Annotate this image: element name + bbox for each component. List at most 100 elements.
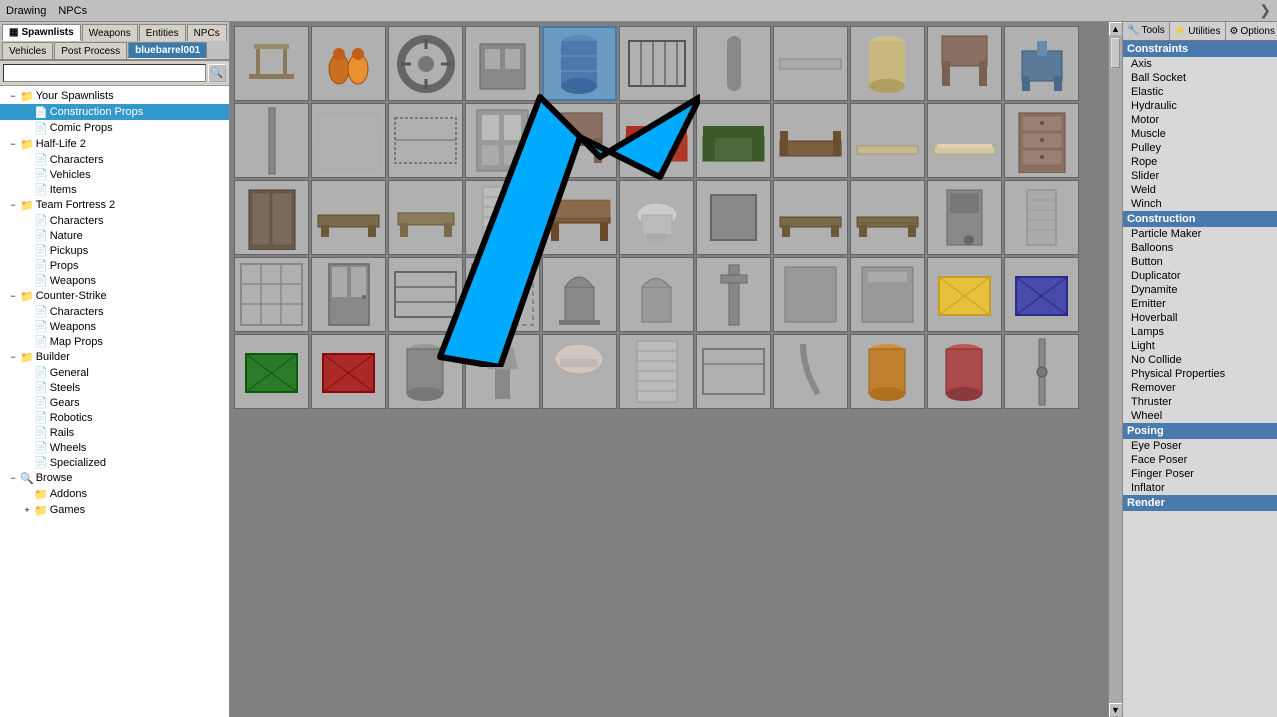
- grid-item-41[interactable]: [773, 257, 848, 332]
- grid-item-45[interactable]: [234, 334, 309, 409]
- grid-item-27[interactable]: [542, 180, 617, 255]
- menu-drawing[interactable]: Drawing: [6, 5, 46, 17]
- tool-eye-poser[interactable]: Eye Poser: [1123, 439, 1277, 453]
- grid-item-18[interactable]: [696, 103, 771, 178]
- grid-item-20[interactable]: [850, 103, 925, 178]
- grid-item-7[interactable]: [696, 26, 771, 101]
- grid-item-6[interactable]: [619, 26, 694, 101]
- grid-item-9[interactable]: [850, 26, 925, 101]
- tree-item-construction-props[interactable]: 📄 Construction Props: [0, 104, 229, 120]
- toggle-tf2[interactable]: −: [6, 198, 20, 212]
- toggle-builder[interactable]: −: [6, 350, 20, 364]
- right-tab-utilities[interactable]: ⚡ Utilities: [1170, 22, 1226, 40]
- scroll-up-button[interactable]: ▲: [1109, 22, 1123, 36]
- tab-npcs[interactable]: NPCs: [187, 24, 227, 41]
- tool-lamps[interactable]: Lamps: [1123, 325, 1277, 339]
- tool-button[interactable]: Button: [1123, 255, 1277, 269]
- item-grid[interactable]: [230, 22, 1108, 717]
- tool-particle-maker[interactable]: Particle Maker: [1123, 227, 1277, 241]
- tree-item-tf2-props[interactable]: 📄 Props: [0, 258, 229, 273]
- tree-item-tf2-characters[interactable]: 📄 Characters: [0, 213, 229, 228]
- grid-item-17[interactable]: [619, 103, 694, 178]
- tool-rope[interactable]: Rope: [1123, 155, 1277, 169]
- tree-item-cs-map-props[interactable]: 📄 Map Props: [0, 334, 229, 349]
- toggle-games[interactable]: +: [20, 503, 34, 517]
- grid-item-36[interactable]: [388, 257, 463, 332]
- tree-item-cs[interactable]: − 📁 Counter-Strike: [0, 288, 229, 304]
- grid-item-21[interactable]: [927, 103, 1002, 178]
- toggle-your-spawnlists[interactable]: −: [6, 89, 20, 103]
- grid-scrollbar[interactable]: ▲ ▼: [1108, 22, 1122, 717]
- tree-item-builder-steels[interactable]: 📄 Steels: [0, 380, 229, 395]
- tree-item-tf2[interactable]: − 📁 Team Fortress 2: [0, 197, 229, 213]
- tree-item-tf2-nature[interactable]: 📄 Nature: [0, 228, 229, 243]
- tree-item-builder-rails[interactable]: 📄 Rails: [0, 425, 229, 440]
- tool-dynamite[interactable]: Dynamite: [1123, 283, 1277, 297]
- menu-npcs[interactable]: NPCs: [58, 5, 87, 17]
- tree-item-games[interactable]: + 📁 Games: [0, 502, 229, 518]
- tool-muscle[interactable]: Muscle: [1123, 127, 1277, 141]
- tree-item-hl2-items[interactable]: 📄 Items: [0, 182, 229, 197]
- grid-item-33[interactable]: [1004, 180, 1079, 255]
- grid-item-53[interactable]: [850, 334, 925, 409]
- search-input[interactable]: [3, 64, 206, 82]
- tool-wheel[interactable]: Wheel: [1123, 409, 1277, 423]
- grid-item-30[interactable]: [773, 180, 848, 255]
- tool-balloons[interactable]: Balloons: [1123, 241, 1277, 255]
- tool-weld[interactable]: Weld: [1123, 183, 1277, 197]
- grid-item-54[interactable]: [927, 334, 1002, 409]
- tool-winch[interactable]: Winch: [1123, 197, 1277, 211]
- grid-item-48[interactable]: [465, 334, 540, 409]
- tool-remover[interactable]: Remover: [1123, 381, 1277, 395]
- grid-item-49[interactable]: [542, 334, 617, 409]
- tool-pulley[interactable]: Pulley: [1123, 141, 1277, 155]
- grid-item-5[interactable]: [542, 26, 617, 101]
- grid-item-2[interactable]: [311, 26, 386, 101]
- grid-item-34[interactable]: [234, 257, 309, 332]
- tree-item-cs-weapons[interactable]: 📄 Weapons: [0, 319, 229, 334]
- grid-item-46[interactable]: [311, 334, 386, 409]
- tool-physical-properties[interactable]: Physical Properties: [1123, 367, 1277, 381]
- grid-item-44[interactable]: [1004, 257, 1079, 332]
- tool-no-collide[interactable]: No Collide: [1123, 353, 1277, 367]
- grid-item-29[interactable]: [696, 180, 771, 255]
- right-tab-options[interactable]: ⚙ Options: [1226, 22, 1277, 40]
- tree-item-builder-specialized[interactable]: 📄 Specialized: [0, 455, 229, 470]
- grid-item-32[interactable]: [927, 180, 1002, 255]
- tool-emitter[interactable]: Emitter: [1123, 297, 1277, 311]
- tab-postprocess[interactable]: Post Process: [54, 42, 127, 59]
- grid-item-4[interactable]: [465, 26, 540, 101]
- tree-item-your-spawnlists[interactable]: − 📁 Your Spawnlists: [0, 88, 229, 104]
- grid-item-43[interactable]: [927, 257, 1002, 332]
- tool-motor[interactable]: Motor: [1123, 113, 1277, 127]
- tab-weapons[interactable]: Weapons: [82, 24, 138, 41]
- tree-item-addons[interactable]: 📁 Addons: [0, 486, 229, 502]
- tree-item-builder-robotics[interactable]: 📄 Robotics: [0, 410, 229, 425]
- tool-ball-socket[interactable]: Ball Socket: [1123, 71, 1277, 85]
- tool-hoverball[interactable]: Hoverball: [1123, 311, 1277, 325]
- tree-item-builder[interactable]: − 📁 Builder: [0, 349, 229, 365]
- tool-face-poser[interactable]: Face Poser: [1123, 453, 1277, 467]
- grid-item-37[interactable]: [465, 257, 540, 332]
- tab-vehicles[interactable]: Vehicles: [2, 42, 53, 59]
- grid-item-25[interactable]: [388, 180, 463, 255]
- grid-item-12[interactable]: [234, 103, 309, 178]
- tool-hydraulic[interactable]: Hydraulic: [1123, 99, 1277, 113]
- tree-item-builder-gears[interactable]: 📄 Gears: [0, 395, 229, 410]
- grid-item-51[interactable]: [696, 334, 771, 409]
- tree-item-tf2-pickups[interactable]: 📄 Pickups: [0, 243, 229, 258]
- tool-finger-poser[interactable]: Finger Poser: [1123, 467, 1277, 481]
- grid-item-13[interactable]: [311, 103, 386, 178]
- tab-spawnlists[interactable]: ▦ Spawnlists: [2, 24, 81, 41]
- grid-item-11[interactable]: [1004, 26, 1079, 101]
- grid-item-40[interactable]: [696, 257, 771, 332]
- grid-item-55[interactable]: [1004, 334, 1079, 409]
- grid-item-14[interactable]: [388, 103, 463, 178]
- grid-item-1[interactable]: [234, 26, 309, 101]
- grid-item-23[interactable]: [234, 180, 309, 255]
- tree-item-hl2-characters[interactable]: 📄 Characters: [0, 152, 229, 167]
- grid-item-38[interactable]: [542, 257, 617, 332]
- tool-elastic[interactable]: Elastic: [1123, 85, 1277, 99]
- grid-item-24[interactable]: [311, 180, 386, 255]
- tree-item-comic-props[interactable]: 📄 Comic Props: [0, 120, 229, 136]
